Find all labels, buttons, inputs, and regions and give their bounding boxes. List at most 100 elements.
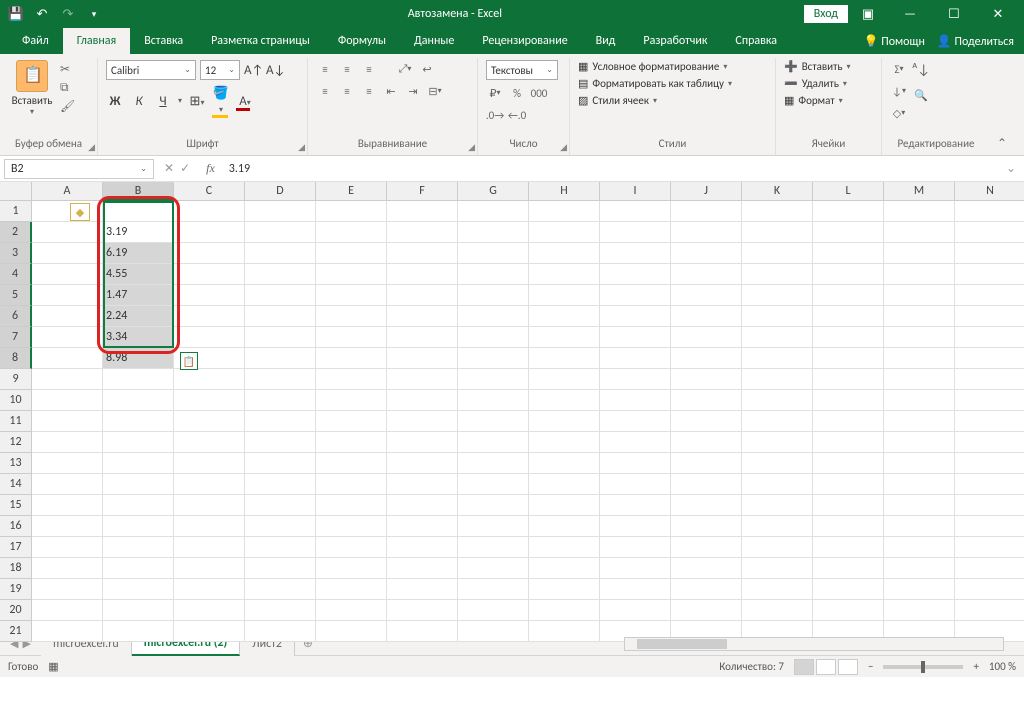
cell[interactable] bbox=[174, 621, 245, 642]
cell[interactable] bbox=[387, 495, 458, 516]
cell[interactable] bbox=[884, 516, 955, 537]
font-color-icon[interactable]: А▾ bbox=[236, 94, 254, 109]
increase-indent-icon[interactable]: ⇥ bbox=[404, 82, 422, 100]
cell[interactable] bbox=[387, 453, 458, 474]
cell[interactable] bbox=[316, 222, 387, 243]
cell[interactable] bbox=[174, 285, 245, 306]
cell[interactable] bbox=[955, 495, 1024, 516]
row-header[interactable]: 11 bbox=[0, 411, 32, 432]
row-header[interactable]: 9 bbox=[0, 369, 32, 390]
cell[interactable] bbox=[671, 411, 742, 432]
cell[interactable] bbox=[174, 579, 245, 600]
cell[interactable] bbox=[671, 243, 742, 264]
cell[interactable] bbox=[174, 264, 245, 285]
cell[interactable] bbox=[32, 537, 103, 558]
cell[interactable] bbox=[600, 537, 671, 558]
cell[interactable] bbox=[245, 516, 316, 537]
cell[interactable] bbox=[529, 474, 600, 495]
clear-icon[interactable]: ◇▾ bbox=[890, 104, 908, 122]
cell[interactable] bbox=[671, 579, 742, 600]
row-header[interactable]: 13 bbox=[0, 453, 32, 474]
cell[interactable] bbox=[174, 474, 245, 495]
cell[interactable] bbox=[316, 411, 387, 432]
cell[interactable] bbox=[600, 600, 671, 621]
cell[interactable] bbox=[387, 243, 458, 264]
cell[interactable] bbox=[529, 327, 600, 348]
cell[interactable] bbox=[458, 390, 529, 411]
cell[interactable] bbox=[458, 243, 529, 264]
cell[interactable] bbox=[742, 390, 813, 411]
zoom-out-icon[interactable]: − bbox=[868, 660, 873, 673]
cell[interactable] bbox=[245, 327, 316, 348]
cell[interactable] bbox=[955, 369, 1024, 390]
cell[interactable] bbox=[529, 537, 600, 558]
cell[interactable] bbox=[742, 537, 813, 558]
cell[interactable] bbox=[813, 348, 884, 369]
cell[interactable] bbox=[671, 348, 742, 369]
cell[interactable] bbox=[955, 600, 1024, 621]
page-break-view-icon[interactable] bbox=[838, 659, 858, 675]
cell[interactable] bbox=[742, 327, 813, 348]
cell[interactable]: 4.55 bbox=[103, 264, 174, 285]
cell[interactable] bbox=[600, 516, 671, 537]
cell[interactable] bbox=[32, 495, 103, 516]
cell[interactable] bbox=[813, 600, 884, 621]
cell[interactable] bbox=[245, 264, 316, 285]
cell[interactable] bbox=[387, 411, 458, 432]
clipboard-dialog-icon[interactable]: ◢ bbox=[88, 142, 95, 153]
cell[interactable] bbox=[458, 369, 529, 390]
cell[interactable] bbox=[955, 474, 1024, 495]
cell[interactable] bbox=[458, 579, 529, 600]
cell[interactable] bbox=[458, 558, 529, 579]
cell[interactable] bbox=[600, 495, 671, 516]
cell[interactable] bbox=[884, 558, 955, 579]
cell[interactable] bbox=[103, 495, 174, 516]
cell[interactable] bbox=[955, 579, 1024, 600]
row-header[interactable]: 8 bbox=[0, 348, 32, 369]
cell[interactable] bbox=[387, 327, 458, 348]
cell[interactable] bbox=[955, 558, 1024, 579]
cell[interactable] bbox=[458, 621, 529, 642]
cell[interactable] bbox=[103, 474, 174, 495]
cell[interactable] bbox=[458, 495, 529, 516]
cell[interactable] bbox=[529, 306, 600, 327]
row-header[interactable]: 14 bbox=[0, 474, 32, 495]
tab-view[interactable]: Вид bbox=[582, 28, 630, 54]
cell[interactable] bbox=[32, 600, 103, 621]
cell[interactable] bbox=[32, 411, 103, 432]
cell[interactable] bbox=[32, 516, 103, 537]
cell[interactable] bbox=[103, 432, 174, 453]
cell[interactable] bbox=[742, 369, 813, 390]
cell[interactable] bbox=[884, 600, 955, 621]
redo-icon[interactable]: ↷ bbox=[56, 2, 80, 26]
cell[interactable] bbox=[813, 201, 884, 222]
tab-page-layout[interactable]: Разметка страницы bbox=[197, 28, 324, 54]
cell[interactable] bbox=[600, 579, 671, 600]
insert-cells-button[interactable]: ➕Вставить▾ bbox=[784, 60, 873, 73]
column-header[interactable]: K bbox=[742, 182, 813, 201]
cell[interactable] bbox=[316, 600, 387, 621]
share-button[interactable]: 👤 Поделиться bbox=[937, 34, 1014, 49]
cell[interactable] bbox=[458, 432, 529, 453]
cell[interactable] bbox=[387, 516, 458, 537]
align-middle-icon[interactable]: ≡ bbox=[338, 60, 356, 78]
cell[interactable] bbox=[600, 369, 671, 390]
row-header[interactable]: 1 bbox=[0, 201, 32, 222]
cell[interactable] bbox=[671, 516, 742, 537]
tab-data[interactable]: Данные bbox=[400, 28, 468, 54]
cell[interactable] bbox=[32, 558, 103, 579]
cell[interactable] bbox=[103, 579, 174, 600]
paste-options-icon[interactable]: 📋 bbox=[180, 352, 198, 370]
cell[interactable] bbox=[387, 348, 458, 369]
column-header[interactable]: A bbox=[32, 182, 103, 201]
cell[interactable] bbox=[245, 201, 316, 222]
cell[interactable] bbox=[174, 495, 245, 516]
cell[interactable] bbox=[671, 390, 742, 411]
cell[interactable] bbox=[742, 432, 813, 453]
align-bottom-icon[interactable]: ≡ bbox=[360, 60, 378, 78]
cell[interactable] bbox=[245, 621, 316, 642]
cell[interactable] bbox=[955, 201, 1024, 222]
column-header[interactable]: H bbox=[529, 182, 600, 201]
column-header[interactable]: C bbox=[174, 182, 245, 201]
cell[interactable] bbox=[103, 411, 174, 432]
